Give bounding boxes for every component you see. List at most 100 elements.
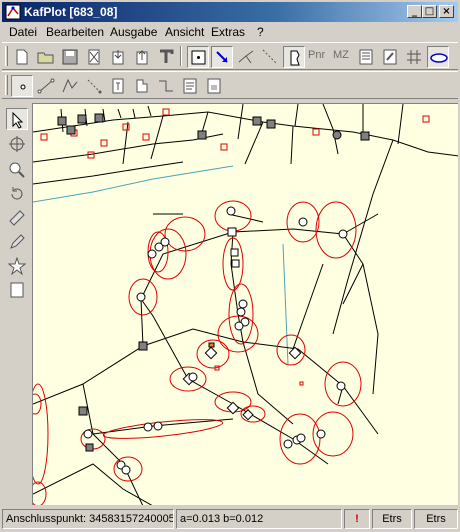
status-alert: ! xyxy=(344,509,370,529)
save-icon xyxy=(62,49,78,65)
pnr-button[interactable]: Pnr xyxy=(308,49,325,61)
rectangle-tool[interactable] xyxy=(6,279,28,301)
grid-button[interactable] xyxy=(403,46,425,68)
aux-line xyxy=(33,165,234,203)
ellipse-icon xyxy=(430,53,448,63)
status-params: a=0.013 b=0.012 xyxy=(176,509,342,529)
draw-symbol-button[interactable] xyxy=(131,75,153,97)
new-button[interactable] xyxy=(11,46,33,68)
target-tool[interactable] xyxy=(6,133,28,155)
edit-doc-icon xyxy=(383,49,397,65)
import-icon xyxy=(112,50,124,65)
title-bar[interactable]: KafPlot [683_08] _ □ × xyxy=(2,2,458,22)
close-button[interactable]: × xyxy=(439,5,454,18)
minimize-icon: _ xyxy=(412,6,417,17)
parcel-button[interactable] xyxy=(283,46,305,68)
network-lines xyxy=(33,213,379,505)
polyline-icon xyxy=(62,78,78,93)
main-toolbar: Pnr MZ xyxy=(2,42,458,70)
minimize-button[interactable]: _ xyxy=(407,5,422,18)
text-box-icon xyxy=(112,78,124,94)
toolbar-grip[interactable] xyxy=(5,46,8,66)
open-button[interactable] xyxy=(35,46,57,68)
import-button[interactable] xyxy=(107,46,129,68)
angle-tool-button[interactable] xyxy=(235,46,257,68)
image-icon xyxy=(207,78,221,94)
zoom-tool[interactable] xyxy=(6,159,28,181)
arrow-line-icon xyxy=(216,51,228,63)
draw-step-button[interactable] xyxy=(155,75,177,97)
rotate-icon xyxy=(11,187,23,200)
grid-icon xyxy=(407,50,421,64)
symbol-icon xyxy=(136,79,148,93)
delete-button[interactable] xyxy=(83,46,105,68)
draw-text-button[interactable] xyxy=(107,75,129,97)
crosshair-icon xyxy=(9,136,25,152)
menu-bar: Datei Bearbeiten Ausgabe Ansicht Extras … xyxy=(2,23,458,41)
magnifier-icon xyxy=(9,162,25,178)
delete-file-icon xyxy=(88,49,100,65)
point-box-icon xyxy=(191,50,206,65)
point-select-button[interactable] xyxy=(187,46,209,68)
drawing-canvas[interactable] xyxy=(32,103,458,505)
export-button[interactable] xyxy=(131,46,153,68)
toolbar-grip[interactable] xyxy=(5,75,8,95)
draw-line-button[interactable] xyxy=(35,75,57,97)
pointer-line-button[interactable] xyxy=(211,46,233,68)
status-etrs-2[interactable]: Etrs xyxy=(414,509,458,529)
close-icon: × xyxy=(442,6,451,17)
list-icon xyxy=(359,49,373,65)
draw-polyline-button[interactable] xyxy=(59,75,81,97)
mz-button[interactable]: MZ xyxy=(333,49,349,61)
menu-extras[interactable]: Extras xyxy=(211,25,245,39)
menu-datei[interactable]: Datei xyxy=(9,25,37,39)
window-title: KafPlot [683_08] xyxy=(24,5,118,19)
new-file-icon xyxy=(16,49,28,65)
pencil-tool[interactable] xyxy=(6,231,28,253)
app-window: KafPlot [683_08] _ □ × Datei Bearbeiten … xyxy=(0,0,460,532)
aux-line-vertical xyxy=(282,243,289,365)
draw-toolbar xyxy=(2,71,458,99)
save-button[interactable] xyxy=(59,46,81,68)
draw-point-button[interactable] xyxy=(11,75,33,97)
dotted-line-icon xyxy=(262,49,278,65)
point-icon xyxy=(20,84,26,90)
angle-icon xyxy=(238,50,254,64)
menu-ausgabe[interactable]: Ausgabe xyxy=(110,25,157,39)
menu-ansicht[interactable]: Ansicht xyxy=(165,25,204,39)
menu-bearbeiten[interactable]: Bearbeiten xyxy=(46,25,104,39)
maximize-button[interactable]: □ xyxy=(422,5,437,18)
pencil-icon xyxy=(10,234,25,249)
edit-doc-button[interactable] xyxy=(379,46,401,68)
measure-tool[interactable] xyxy=(6,207,28,229)
map-drawing xyxy=(33,104,458,505)
status-bar: Anschlusspunkt: 34583157240005 a=0.013 b… xyxy=(2,508,458,530)
export-icon xyxy=(136,50,148,65)
ruler-icon xyxy=(9,210,25,226)
menu-help[interactable]: ? xyxy=(257,25,264,39)
ellipse-button[interactable] xyxy=(427,46,449,68)
status-anschlusspunkt: Anschlusspunkt: 34583157240005 xyxy=(2,509,174,529)
app-icon xyxy=(5,4,21,20)
cursor-arrow-icon xyxy=(12,111,24,129)
star-icon xyxy=(8,257,26,275)
document-icon xyxy=(183,78,197,94)
rotate-tool[interactable] xyxy=(6,183,28,205)
doc-list-button[interactable] xyxy=(179,75,201,97)
dotted-line-button[interactable] xyxy=(259,46,281,68)
status-etrs-1[interactable]: Etrs xyxy=(372,509,412,529)
error-ellipses xyxy=(33,200,362,505)
select-tool[interactable] xyxy=(6,108,28,130)
gray-network-markers xyxy=(78,341,215,452)
text-icon xyxy=(160,49,174,63)
image-button[interactable] xyxy=(203,75,225,97)
line-icon xyxy=(37,78,55,94)
open-folder-icon xyxy=(37,52,54,64)
toolbar-separator xyxy=(180,46,182,66)
dashed-line-icon xyxy=(87,79,102,94)
draw-dashed-button[interactable] xyxy=(83,75,105,97)
text-tool-button[interactable] xyxy=(155,46,177,68)
list-button[interactable] xyxy=(355,46,377,68)
star-tool[interactable] xyxy=(6,255,28,277)
parcel-icon xyxy=(290,50,300,66)
